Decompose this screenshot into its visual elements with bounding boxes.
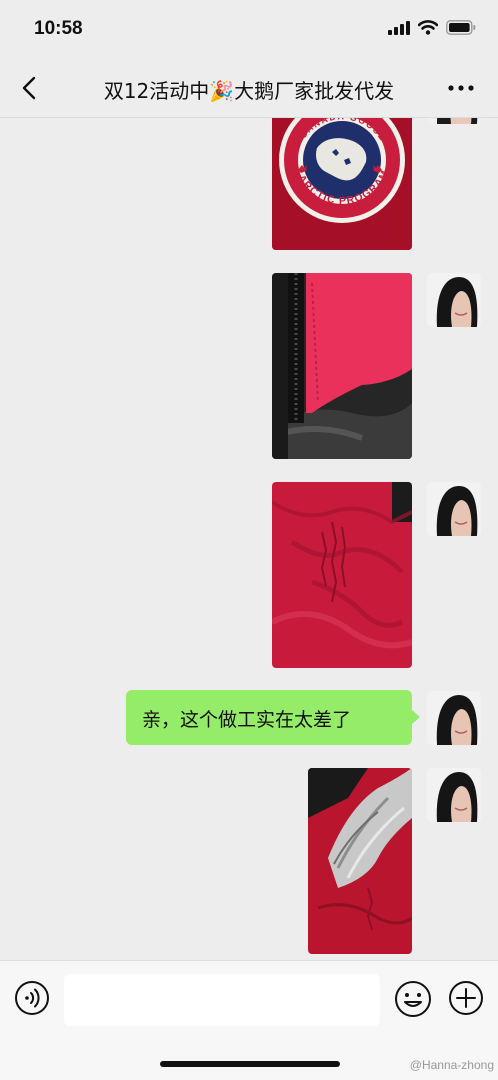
avatar[interactable] bbox=[427, 482, 481, 536]
avatar[interactable] bbox=[427, 768, 481, 822]
status-time: 10:58 bbox=[34, 18, 83, 39]
message-text: 亲，这个做工实在太差了 bbox=[142, 709, 352, 731]
message-image-fur[interactable] bbox=[308, 768, 412, 954]
nav-bar: 双12活动中🎉大鹅厂家批发代发 bbox=[0, 58, 498, 118]
chat-area[interactable]: ARCTIC PROGRAM CANADA GOOSE bbox=[0, 118, 498, 960]
message-input[interactable] bbox=[64, 974, 380, 1026]
avatar[interactable] bbox=[427, 118, 481, 124]
message-image-patch[interactable]: ARCTIC PROGRAM CANADA GOOSE bbox=[272, 118, 412, 250]
message-image-fabric[interactable] bbox=[272, 482, 412, 668]
status-bar: 10:58 bbox=[0, 0, 498, 58]
chevron-left-icon bbox=[22, 76, 36, 100]
more-button[interactable] bbox=[446, 76, 476, 100]
voice-button[interactable] bbox=[14, 980, 50, 1016]
battery-icon bbox=[446, 20, 476, 35]
avatar[interactable] bbox=[427, 691, 481, 745]
plus-icon bbox=[449, 981, 483, 1015]
watermark: @Hanna-zhong bbox=[409, 1058, 494, 1072]
more-dots-icon bbox=[448, 85, 474, 91]
plus-button[interactable] bbox=[448, 980, 484, 1016]
voice-icon bbox=[15, 981, 49, 1015]
home-indicator[interactable] bbox=[160, 1061, 340, 1067]
signal-icon bbox=[388, 20, 410, 35]
wifi-icon bbox=[418, 20, 438, 35]
avatar[interactable] bbox=[427, 273, 481, 327]
message-bubble[interactable]: 亲，这个做工实在太差了 bbox=[126, 690, 420, 745]
message-image-zipper[interactable] bbox=[272, 273, 412, 459]
emoji-button[interactable] bbox=[394, 980, 432, 1018]
emoji-icon bbox=[395, 981, 431, 1017]
status-icons bbox=[388, 20, 476, 35]
chat-title: 双12活动中🎉大鹅厂家批发代发 bbox=[103, 79, 395, 103]
back-button[interactable] bbox=[16, 74, 44, 102]
